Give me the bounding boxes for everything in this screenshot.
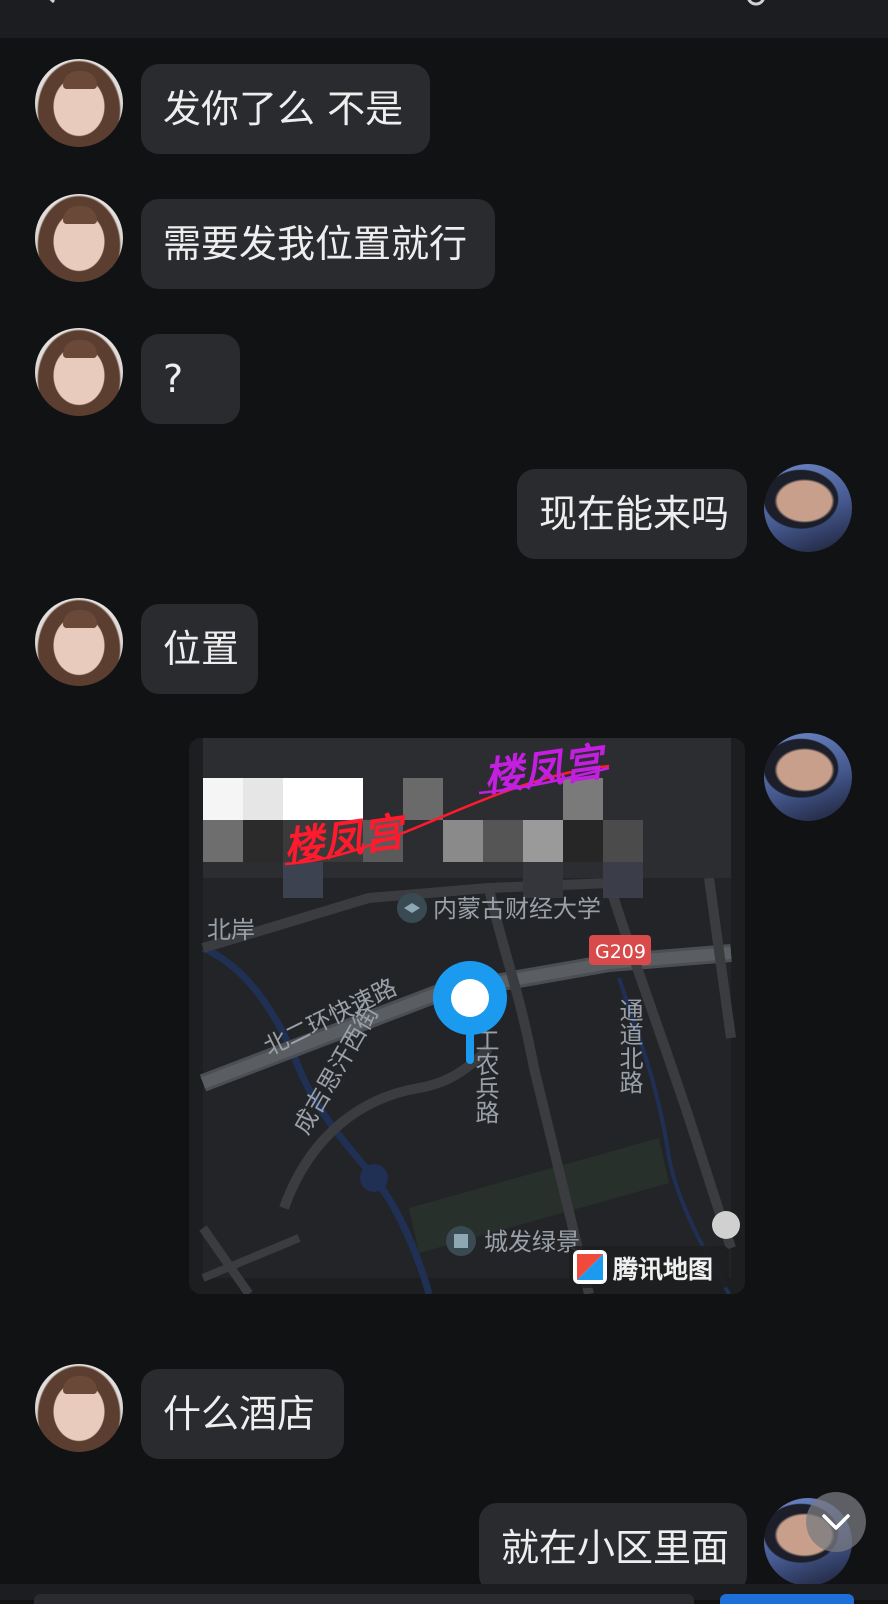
scroll-to-bottom-button[interactable] xyxy=(806,1492,866,1552)
message-text: 需要发我位置就行 xyxy=(163,222,468,266)
message-text: 发你了么 不是 xyxy=(163,87,404,131)
send-button[interactable] xyxy=(720,1594,854,1604)
message-input[interactable] xyxy=(34,1594,694,1604)
message-text: 什么酒店 xyxy=(163,1392,316,1436)
message-text: 现在能来吗 xyxy=(539,492,730,536)
tencent-map-logo-icon xyxy=(573,1250,607,1284)
contact-avatar[interactable] xyxy=(35,194,123,282)
message-bubble-incoming[interactable]: 发你了么 不是 xyxy=(141,64,430,154)
road-badge-label: G209 xyxy=(595,941,646,963)
location-map-card[interactable]: 楼凤宫 楼凤宫 内蒙古财经大学 北岸 G209 北二环快速路 成吉思汗西街 工农… xyxy=(189,738,745,1294)
message-text: ? xyxy=(163,357,184,401)
message-bubble-incoming[interactable]: ? xyxy=(141,334,240,424)
road-gongnong-label: 工农兵路 xyxy=(471,1028,499,1124)
map-view: 楼凤宫 楼凤宫 内蒙古财经大学 北岸 G209 北二环快速路 成吉思汗西街 工农… xyxy=(189,738,745,1294)
message-text: 位置 xyxy=(163,627,240,671)
message-bubble-incoming[interactable]: 需要发我位置就行 xyxy=(141,199,495,289)
my-avatar[interactable] xyxy=(764,733,852,821)
poi-university-label: 内蒙古财经大学 xyxy=(433,895,601,923)
road-tongdao-label: 通道北路 xyxy=(615,998,643,1094)
lake xyxy=(360,1164,388,1192)
contact-avatar[interactable] xyxy=(35,328,123,416)
map-brand-label: 腾讯地图 xyxy=(613,1255,713,1284)
contact-avatar[interactable] xyxy=(35,598,123,686)
chevron-down-icon xyxy=(822,1514,850,1530)
contact-avatar[interactable] xyxy=(35,59,123,147)
map-poi-icon xyxy=(712,1211,740,1239)
message-bubble-incoming[interactable]: 位置 xyxy=(141,604,258,694)
more-icon[interactable] xyxy=(744,0,768,6)
back-arrow-icon[interactable] xyxy=(38,0,60,4)
top-bar xyxy=(0,0,888,38)
place-north-bank-label: 北岸 xyxy=(207,916,255,944)
mosaic-area xyxy=(203,738,731,898)
contact-avatar[interactable] xyxy=(35,1364,123,1452)
poi-green-label: 城发绿景 xyxy=(484,1228,580,1256)
message-bubble-outgoing[interactable]: 现在能来吗 xyxy=(517,469,747,559)
my-avatar[interactable] xyxy=(764,464,852,552)
message-text: 就在小区里面 xyxy=(501,1526,730,1570)
message-bubble-outgoing[interactable]: 就在小区里面 xyxy=(479,1503,747,1593)
message-bubble-incoming[interactable]: 什么酒店 xyxy=(141,1369,344,1459)
